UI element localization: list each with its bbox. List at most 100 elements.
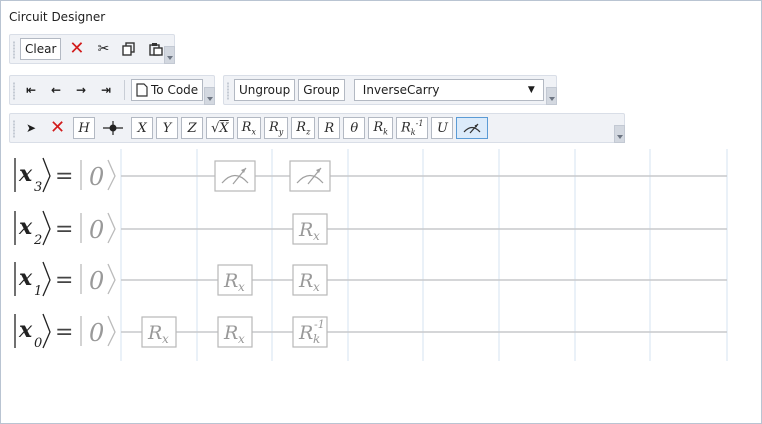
qubit-name: x [18, 161, 33, 187]
toolbar-overflow-button[interactable] [204, 87, 215, 105]
qubit-label: x3 = 0 [14, 157, 116, 195]
toolbar-grip[interactable] [13, 120, 15, 138]
first-button[interactable]: ⇤ [20, 79, 42, 101]
gate-subscript: x [238, 280, 245, 294]
gate-h-button[interactable]: H [73, 117, 96, 139]
qubit-label: x1 = 0 [14, 261, 116, 299]
gate-label: R [298, 270, 313, 292]
last-button[interactable]: ⇥ [95, 79, 117, 101]
back-button[interactable]: ← [45, 79, 67, 101]
control-dot-icon [103, 121, 124, 135]
toolbar-overflow-button[interactable] [164, 46, 175, 64]
gate-label: R [298, 322, 313, 344]
initial-state: 0 [89, 163, 104, 191]
measure-gate[interactable] [289, 160, 331, 192]
pointer-icon: ➤ [25, 121, 37, 135]
group-button[interactable]: Group [298, 79, 345, 101]
gate-label: R [147, 322, 162, 344]
gate-rk-button[interactable]: Rk [368, 117, 393, 139]
to-code-button[interactable]: To Code [131, 79, 204, 101]
gate-rz-button[interactable]: Rz [291, 117, 316, 139]
initial-state: 0 [89, 267, 104, 295]
gate-rx-button[interactable]: Rx [236, 117, 261, 139]
delete-icon: ✕ [69, 38, 85, 59]
rx-gate[interactable]: Rx [292, 264, 328, 296]
toolbar-separator [124, 80, 125, 100]
gate-u-button[interactable]: U [431, 117, 454, 139]
gate-y-button[interactable]: Y [156, 117, 179, 139]
control-dot-button[interactable] [98, 117, 128, 139]
clear-button[interactable]: Clear [20, 38, 62, 60]
group-select[interactable]: InverseCarry ▼ [353, 79, 544, 101]
gate-subscript: k [313, 332, 320, 346]
navigation-toolbar: ⇤ ← → ⇥ To Code [9, 75, 215, 105]
qubit-label: x2 = 0 [14, 210, 116, 248]
title-bar: Circuit Designer [1, 1, 761, 33]
gate-subscript: x [313, 280, 320, 294]
qubit-index: 0 [34, 336, 42, 351]
paste-icon [149, 43, 164, 56]
toolbar-grip[interactable] [13, 41, 15, 59]
toolbar-overflow-button[interactable] [614, 125, 625, 143]
copy-icon [122, 42, 136, 56]
gate-r-button[interactable]: R [318, 117, 341, 139]
gate-subscript: x [313, 229, 320, 243]
copy-button[interactable] [117, 38, 141, 60]
toolbar-grip[interactable] [227, 82, 229, 100]
cut-button[interactable]: ✂ [92, 38, 114, 60]
rx-gate[interactable]: Rx [141, 316, 177, 348]
cut-icon: ✂ [97, 41, 110, 57]
chevron-down-icon: ▼ [527, 85, 535, 95]
equals-sign: = [55, 164, 73, 189]
code-page-icon [136, 83, 148, 97]
select-tool-button[interactable]: ➤ [20, 117, 42, 139]
measure-gate[interactable] [214, 160, 256, 192]
circuit-diagram[interactable]: x3 = 0x2 = 0x1 = 0x0 = 0R xR x RxR x Rx Rk-1 [9, 149, 761, 421]
rx-gate[interactable]: Rx [292, 213, 328, 245]
gate-subscript: x [162, 332, 169, 346]
equals-sign: = [55, 268, 73, 293]
gate-label: R [223, 322, 238, 344]
toolbar-grip[interactable] [13, 82, 15, 100]
gate-ry-button[interactable]: Ry [263, 117, 289, 139]
initial-state: 0 [89, 216, 104, 244]
gate-label: R [223, 270, 238, 292]
gate-theta-button[interactable]: θ [343, 117, 366, 139]
first-icon: ⇤ [25, 83, 37, 97]
group-select-value: InverseCarry [362, 83, 440, 97]
back-icon: ← [50, 83, 62, 97]
last-icon: ⇥ [100, 83, 112, 97]
gate-z-button[interactable]: Z [181, 117, 204, 139]
edit-toolbar: Clear ✕ ✂ [9, 34, 175, 64]
toolbar-overflow-button[interactable] [546, 87, 557, 105]
measure-icon [463, 123, 481, 134]
qubit-index: 3 [34, 180, 42, 195]
rx-gate[interactable]: Rx [217, 316, 253, 348]
qubit-name: x [18, 214, 33, 240]
qubit-name: x [18, 317, 33, 343]
rk-inverse-gate[interactable]: Rk-1 [292, 316, 328, 348]
gate-subscript: x [238, 332, 245, 346]
equals-sign: = [55, 320, 73, 345]
qubit-index: 1 [34, 284, 42, 299]
forward-icon: → [75, 83, 87, 97]
to-code-label: To Code [151, 83, 199, 97]
window-title: Circuit Designer [9, 10, 106, 24]
gate-sqrtx-button[interactable]: √X [206, 117, 234, 139]
forward-button[interactable]: → [70, 79, 92, 101]
circuit-canvas[interactable]: x 3 = 0 x 2 = 0 x 1 = 0 x 0 = 0 Rx Rx Rx Rx Rx Rk -1 [9, 149, 761, 421]
delete-button[interactable]: ✕ [64, 38, 89, 60]
rx-gate[interactable]: Rx [217, 264, 253, 296]
gates-toolbar: ➤ ✕ H X Y Z √X Rx Ry Rz R θ Rk Rk-1 U [9, 113, 625, 143]
qubit-label: x0 = 0 [14, 313, 116, 351]
gate-x-button[interactable]: X [131, 117, 154, 139]
remove-gate-button[interactable]: ✕ [45, 117, 70, 139]
gate-label: R [298, 219, 313, 241]
group-toolbar: Ungroup Group InverseCarry ▼ [223, 75, 557, 105]
initial-state: 0 [89, 319, 104, 347]
gate-rk-inverse-button[interactable]: Rk-1 [395, 117, 429, 139]
ungroup-button[interactable]: Ungroup [234, 79, 296, 101]
equals-sign: = [55, 217, 73, 242]
gate-superscript: -1 [314, 318, 325, 331]
gate-measure-button[interactable] [456, 117, 489, 139]
